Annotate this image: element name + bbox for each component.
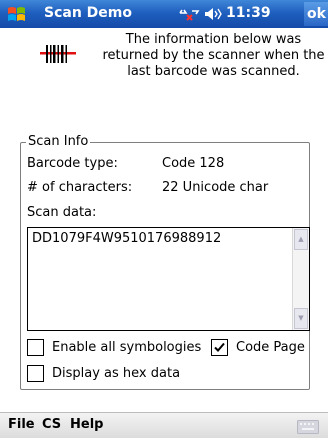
scan-data-scrollbar[interactable]: ▲ ▼ (292, 228, 309, 330)
scan-data-value: DD1079F4W9510176988912 (32, 231, 222, 246)
barcode-type-label: Barcode type: (27, 156, 118, 171)
menu-file[interactable]: File (8, 417, 35, 433)
display-hex-label[interactable]: Display as hex data (52, 366, 180, 382)
ok-button[interactable]: ok (304, 2, 328, 26)
clock[interactable]: 11:39 (226, 5, 271, 21)
code-page-label[interactable]: Code Page (236, 340, 305, 356)
keyboard-icon[interactable] (297, 419, 319, 434)
scan-info-description: The information below was returned by th… (102, 32, 325, 79)
code-page-checkbox[interactable] (211, 339, 228, 356)
start-icon[interactable] (4, 2, 32, 26)
num-characters-label: # of characters: (27, 180, 133, 195)
app-title: Scan Demo (44, 5, 132, 21)
enable-all-symbologies-label[interactable]: Enable all symbologies (52, 340, 201, 356)
menu-help[interactable]: Help (70, 417, 103, 433)
scan-data-label: Scan data: (27, 205, 97, 220)
num-characters-value: 22 Unicode char (162, 180, 269, 195)
scan-info-legend: Scan Info (26, 134, 91, 150)
title-bar: Scan Demo 11:39 ok (0, 0, 328, 28)
checkmark-icon (214, 342, 225, 352)
menu-cs[interactable]: CS (42, 417, 61, 433)
scan-data-textbox[interactable]: DD1079F4W9510176988912 ▲ ▼ (27, 227, 310, 331)
scroll-down-icon[interactable]: ▼ (294, 308, 308, 329)
enable-all-symbologies-checkbox[interactable] (27, 339, 44, 356)
display-hex-checkbox[interactable] (27, 365, 44, 382)
scroll-up-icon[interactable]: ▲ (294, 229, 308, 250)
volume-icon[interactable] (204, 6, 222, 22)
barcode-scanner-icon (40, 43, 76, 65)
connectivity-icon[interactable] (178, 6, 200, 22)
menu-bar: File CS Help (0, 412, 328, 438)
barcode-type-value: Code 128 (162, 156, 225, 171)
